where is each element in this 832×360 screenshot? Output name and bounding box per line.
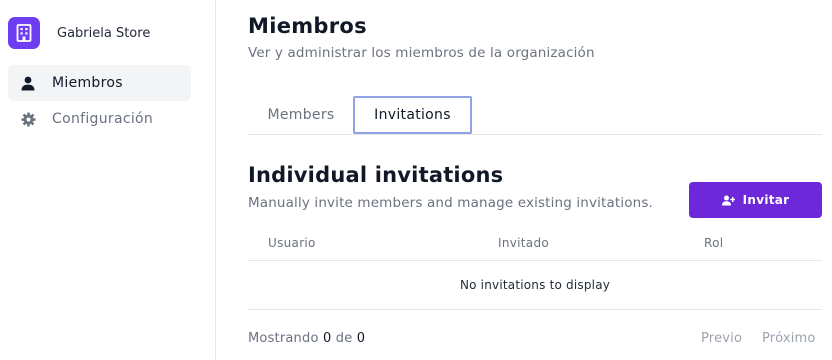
invite-button-label: Invitar: [742, 193, 790, 207]
previous-page-button[interactable]: Previo: [701, 331, 742, 346]
invite-button[interactable]: Invitar: [689, 182, 822, 218]
column-header-invitado: Invitado: [498, 236, 549, 250]
tab-invitations[interactable]: Invitations: [353, 96, 472, 134]
section-subtitle: Manually invite members and manage exist…: [248, 195, 653, 211]
tab-bar: Members Invitations: [248, 96, 822, 135]
section-title: Individual invitations: [248, 163, 504, 187]
gear-icon: [20, 111, 36, 127]
showing-count: 0: [322, 331, 332, 346]
sidebar-item-label: Miembros: [52, 75, 123, 91]
showing-of: de: [335, 331, 353, 346]
sidebar-item-configuracion[interactable]: Configuración: [8, 101, 191, 137]
sidebar-item-label: Configuración: [52, 111, 154, 127]
tab-members[interactable]: Members: [248, 96, 354, 134]
showing-prefix: Mostrando: [248, 331, 319, 346]
next-page-button[interactable]: Próximo: [762, 331, 816, 346]
table-header: Usuario Invitado Rol: [248, 226, 822, 261]
column-header-usuario: Usuario: [268, 236, 316, 250]
user-icon: [20, 75, 36, 91]
column-header-rol: Rol: [704, 236, 724, 250]
org-switcher[interactable]: Gabriela Store: [8, 16, 150, 50]
page-title: Miembros: [248, 14, 367, 38]
pagination-summary: Mostrando 0 de 0: [248, 331, 365, 346]
building-icon: [8, 17, 40, 49]
sidebar-item-miembros[interactable]: Miembros: [8, 65, 191, 101]
empty-state-message: No invitations to display: [248, 261, 822, 310]
invitations-table: Usuario Invitado Rol No invitations to d…: [248, 226, 822, 310]
page-subtitle: Ver y administrar los miembros de la org…: [248, 45, 595, 61]
showing-total: 0: [356, 331, 366, 346]
user-plus-icon: [721, 195, 735, 206]
sidebar: Gabriela Store Miembros Configuración: [0, 0, 216, 360]
org-name: Gabriela Store: [57, 25, 151, 41]
